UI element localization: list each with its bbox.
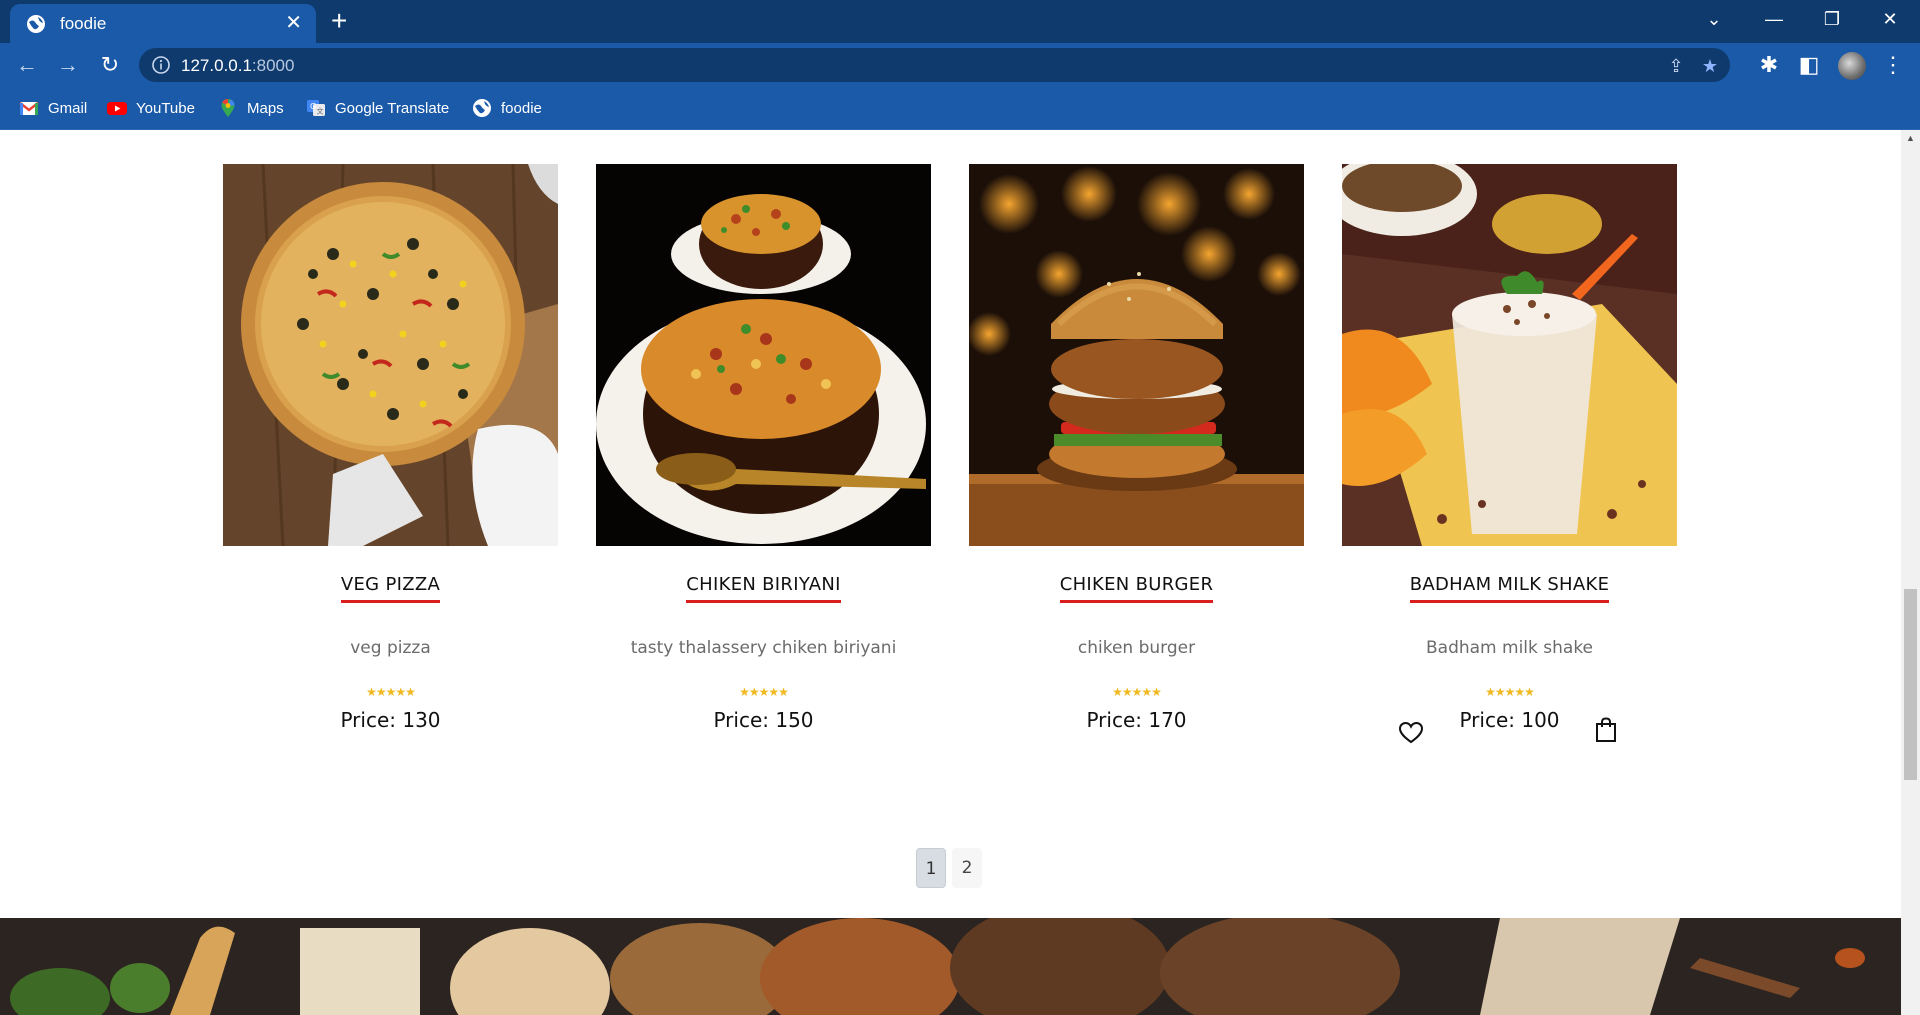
reload-icon[interactable]: ↻	[95, 50, 125, 80]
bookmark-star-icon[interactable]: ★	[1697, 53, 1723, 79]
rating-stars: ★★★★★	[739, 685, 789, 699]
tab-close-icon[interactable]: ✕	[285, 12, 302, 34]
rating-stars: ★★★★★	[1485, 685, 1535, 699]
product-title[interactable]: CHIKEN BURGER	[1059, 574, 1214, 603]
product-title[interactable]: BADHAM MILK SHAKE	[1409, 574, 1610, 603]
profile-avatar[interactable]	[1838, 52, 1866, 80]
page-1-button[interactable]: 1	[916, 848, 946, 888]
bookmark-gmail[interactable]: Gmail	[19, 96, 87, 120]
wishlist-heart-icon[interactable]	[1398, 721, 1424, 745]
gmail-icon	[19, 102, 39, 115]
url-text[interactable]: 127.0.0.1:8000	[181, 56, 294, 76]
forward-icon[interactable]: →	[53, 50, 83, 80]
address-bar[interactable]: 127.0.0.1:8000 ⇪ ★	[139, 48, 1730, 82]
scrollbar-thumb[interactable]	[1904, 589, 1917, 780]
product-title[interactable]: CHIKEN BIRIYANI	[686, 574, 841, 603]
rating-stars: ★★★★★	[1112, 685, 1162, 699]
bookmarks-bar: Gmail YouTube Maps G 文 Google Translate	[0, 86, 1920, 130]
extensions-icon[interactable]: ✱	[1754, 50, 1784, 80]
product-description: Badham milk shake	[1425, 638, 1594, 658]
product-price: Price: 100	[1459, 708, 1560, 732]
tab-title: foodie	[60, 13, 107, 33]
minimize-icon[interactable]: —	[1754, 4, 1794, 34]
product-card: CHIKEN BIRIYANI tasty thalassery chiken …	[596, 164, 931, 732]
product-price: Price: 130	[340, 708, 441, 732]
page-2-button[interactable]: 2	[952, 848, 982, 888]
bookmark-google-translate[interactable]: G 文 Google Translate	[306, 96, 449, 120]
svg-text:文: 文	[317, 107, 324, 116]
globe-icon	[27, 14, 45, 33]
pagination: 1 2	[916, 848, 982, 888]
scroll-up-icon[interactable]: ▲	[1901, 130, 1920, 147]
share-icon[interactable]: ⇪	[1663, 53, 1689, 79]
browser-tab[interactable]: foodie ✕	[10, 4, 316, 43]
maps-icon	[221, 99, 235, 117]
svg-text:G: G	[310, 102, 316, 111]
bookmark-youtube[interactable]: YouTube	[107, 96, 195, 120]
product-title[interactable]: VEG PIZZA	[340, 574, 441, 603]
side-panel-icon[interactable]: ◧	[1794, 50, 1824, 80]
translate-icon: G 文	[307, 100, 325, 116]
product-image-pizza[interactable]	[223, 164, 558, 546]
footer-banner-image	[0, 918, 1901, 1015]
close-window-icon[interactable]: ✕	[1870, 4, 1910, 34]
menu-icon[interactable]: ⋮	[1878, 50, 1908, 80]
page-viewport: VEG PIZZA veg pizza ★★★★★ Price: 130 CHI…	[0, 130, 1901, 1015]
bookmark-foodie[interactable]: foodie	[472, 96, 542, 120]
globe-icon	[473, 99, 491, 117]
product-card: BADHAM MILK SHAKE Badham milk shake ★★★★…	[1342, 164, 1677, 744]
product-card: VEG PIZZA veg pizza ★★★★★ Price: 130	[223, 164, 558, 732]
page-scrollbar[interactable]: ▲	[1901, 130, 1920, 1015]
youtube-icon	[107, 102, 127, 115]
product-description: chiken burger	[1077, 638, 1196, 658]
browser-toolbar: ← → ↻ 127.0.0.1:8000 ⇪ ★ ✱ ◧ ⋮	[0, 43, 1920, 86]
product-price: Price: 150	[713, 708, 814, 732]
info-icon[interactable]	[151, 55, 171, 75]
restore-icon[interactable]: ❐	[1812, 4, 1852, 34]
product-description: tasty thalassery chiken biriyani	[630, 638, 897, 658]
new-tab-icon[interactable]: +	[331, 6, 347, 36]
product-image-burger[interactable]	[969, 164, 1304, 546]
rating-stars: ★★★★★	[366, 685, 416, 699]
product-image-milkshake[interactable]	[1342, 164, 1677, 546]
back-icon[interactable]: ←	[12, 50, 42, 80]
tab-search-icon[interactable]: ⌄	[1694, 4, 1734, 34]
shopping-bag-icon[interactable]	[1595, 717, 1617, 743]
browser-tab-strip: foodie ✕ + ⌄ — ❐ ✕	[0, 0, 1920, 43]
product-price: Price: 170	[1086, 708, 1187, 732]
product-card: CHIKEN BURGER chiken burger ★★★★★ Price:…	[969, 164, 1304, 732]
product-image-biriyani[interactable]	[596, 164, 931, 546]
bookmark-maps[interactable]: Maps	[218, 96, 284, 120]
product-description: veg pizza	[350, 638, 431, 658]
